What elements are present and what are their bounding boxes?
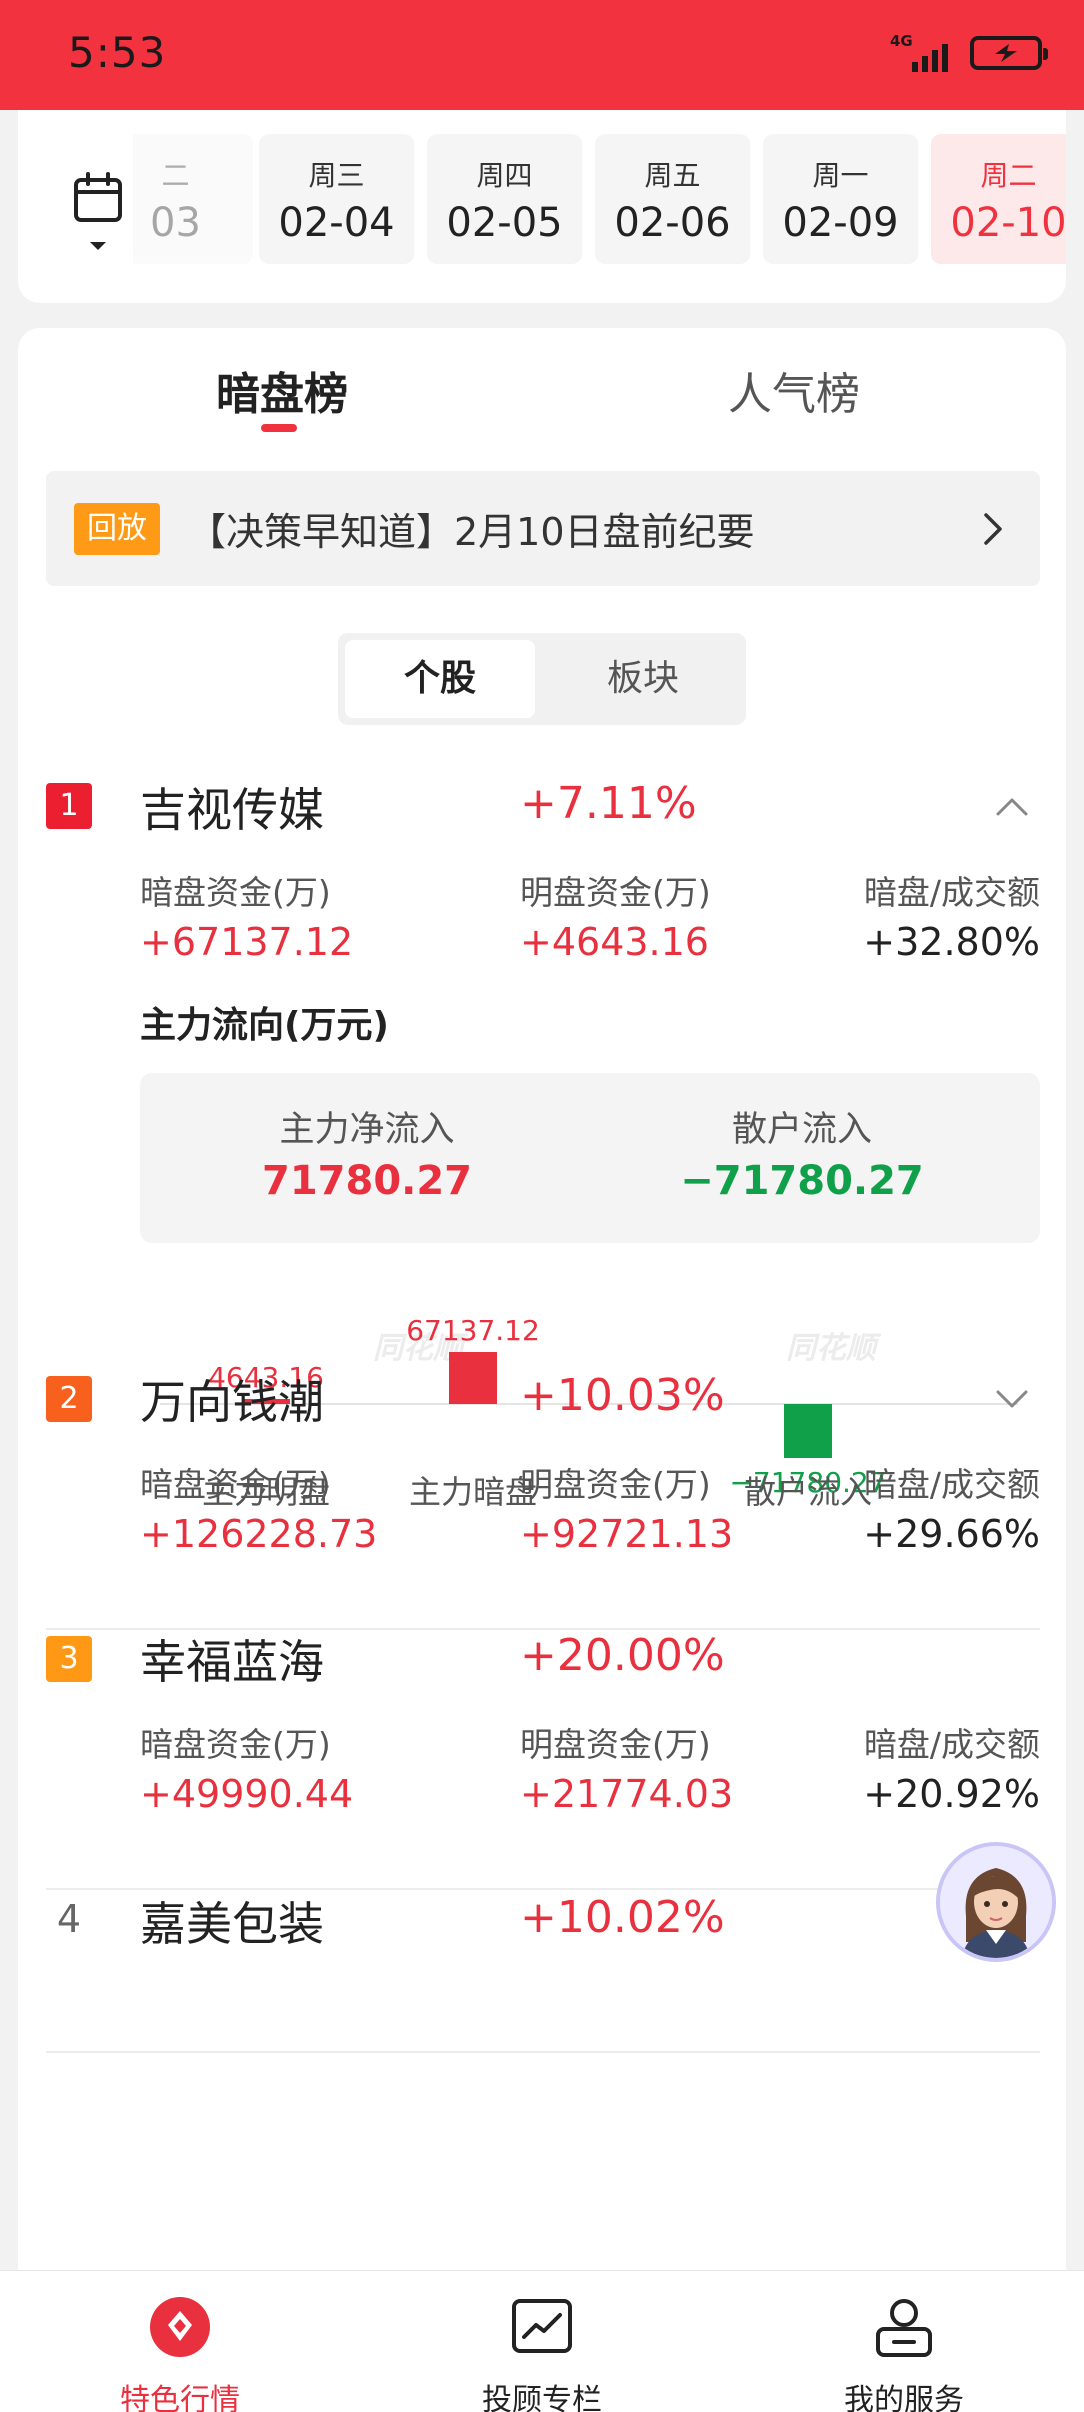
date-weekday: 周五 (644, 159, 701, 192)
watermark-right: 同花顺 (786, 1331, 882, 1366)
retail-inflow: 散户流入 −71780.27 (652, 1101, 952, 1204)
ratio-value: +20.92% (863, 1772, 1040, 1816)
rank-badge: 3 (46, 1636, 92, 1682)
main-net-label: 主力净流入 (279, 1110, 455, 1150)
segment-sectors[interactable]: 板块 (548, 640, 738, 718)
retail-value: −71780.27 (680, 1158, 924, 1204)
tab-indicator (261, 424, 297, 432)
nav-advisor[interactable]: 投顾专栏 (422, 2295, 662, 2412)
rank-badge: 4 (56, 1897, 82, 1941)
date-value: 02-04 (278, 200, 395, 246)
date-item[interactable]: 周一 02-09 (763, 134, 918, 264)
tab-popularity[interactable]: 人气榜 (728, 358, 860, 422)
replay-tag: 回放 (74, 503, 160, 555)
nav-market[interactable]: 特色行情 (60, 2295, 300, 2412)
date-selector: 二 03 周三 02-04 周四 02-05 周五 02-06 周一 02-09… (18, 110, 1066, 303)
replay-banner[interactable]: 回放 【决策早知道】2月10日盘前纪要 (46, 471, 1040, 586)
calendar-icon (74, 172, 122, 250)
date-item-selected[interactable]: 周二 02-10 (931, 134, 1066, 264)
date-value: 03 (150, 200, 201, 246)
stock-change: +20.00% (520, 1630, 725, 1681)
chart-trend-icon (512, 2299, 572, 2353)
dark-funds-label: 暗盘资金(万) (140, 873, 331, 912)
dark-funds-value: +67137.12 (140, 920, 354, 964)
assistant-avatar[interactable] (936, 1842, 1056, 1962)
status-icons: 4G (890, 32, 1048, 74)
nav-service[interactable]: 我的服务 (784, 2295, 1024, 2412)
main-net-inflow: 主力净流入 71780.27 (217, 1101, 517, 1204)
stock-name: 万向钱潮 (140, 1375, 324, 1429)
dark-funds-label: 暗盘资金(万) (140, 1465, 331, 1504)
bright-funds-value: +21774.03 (520, 1772, 734, 1816)
stock-name: 幸福蓝海 (140, 1635, 324, 1689)
ratio-label: 暗盘/成交额 (863, 1725, 1040, 1764)
dark-funds-value: +49990.44 (140, 1772, 354, 1816)
rank-badge: 2 (46, 1376, 92, 1422)
date-value: 02-09 (782, 200, 899, 246)
x-label-retail: 散户流入 (744, 1473, 872, 1511)
bar-0-1 (449, 1352, 497, 1404)
date-weekday: 周三 (308, 159, 365, 192)
date-value: 02-10 (950, 200, 1066, 246)
date-item[interactable]: 二 03 (133, 134, 253, 264)
date-item[interactable]: 周三 02-04 (259, 134, 414, 264)
stock-name: 吉视传媒 (140, 783, 324, 837)
battery-icon (970, 36, 1048, 70)
ratio-value: +29.66% (863, 1512, 1040, 1556)
date-weekday: 周一 (812, 159, 869, 192)
chevron-down-icon[interactable] (994, 1388, 1030, 1412)
bright-funds-label: 明盘资金(万) (520, 1725, 711, 1764)
tab-dark-pool[interactable]: 暗盘榜 (216, 358, 348, 422)
nav-label: 投顾专栏 (482, 2383, 602, 2412)
segment-stocks[interactable]: 个股 (345, 640, 535, 718)
date-value: 02-06 (614, 200, 731, 246)
market-icon (150, 2297, 210, 2357)
nav-label: 特色行情 (120, 2383, 240, 2412)
segment-control: 个股 板块 (338, 633, 746, 725)
x-label-dark: 主力暗盘 (409, 1473, 537, 1511)
stock-change: +10.03% (520, 1370, 725, 1421)
bright-funds-label: 明盘资金(万) (520, 1465, 711, 1504)
retail-label: 散户流入 (731, 1110, 872, 1150)
nav-label: 我的服务 (844, 2383, 964, 2412)
bright-funds-value: +92721.13 (520, 1512, 734, 1556)
bar-value-label: 67137.12 (406, 1314, 540, 1347)
network-type: 4G (890, 32, 913, 50)
bar-1-0 (784, 1404, 832, 1458)
ratio-label: 暗盘/成交额 (863, 873, 1040, 912)
flow-summary: 主力净流入 71780.27 散户流入 −71780.27 (140, 1073, 1040, 1243)
date-weekday: 周二 (980, 159, 1037, 192)
date-item[interactable]: 周四 02-05 (427, 134, 582, 264)
assistant-face-icon (940, 1846, 1052, 1958)
stock-change: +7.11% (520, 778, 697, 829)
ratio-label: 暗盘/成交额 (863, 1465, 1040, 1504)
date-weekday: 周四 (476, 159, 533, 192)
stock-change: +10.02% (520, 1892, 725, 1943)
main-net-value: 71780.27 (261, 1158, 473, 1204)
chevron-right-icon (984, 513, 1002, 545)
ratio-value: +32.80% (863, 920, 1040, 964)
calendar-button[interactable] (68, 170, 128, 258)
signal-icon: 4G (890, 32, 956, 74)
date-list: 二 03 周三 02-04 周四 02-05 周五 02-06 周一 02-09… (133, 134, 1066, 274)
bright-funds-label: 明盘资金(万) (520, 873, 711, 912)
status-bar: 5:53 4G (0, 0, 1084, 110)
service-icon (876, 2299, 932, 2357)
chevron-up-icon[interactable] (994, 794, 1030, 818)
banner-text: 【决策早知道】2月10日盘前纪要 (188, 510, 755, 554)
date-item[interactable]: 周五 02-06 (595, 134, 750, 264)
status-time: 5:53 (68, 28, 167, 77)
bright-funds-value: +4643.16 (520, 920, 709, 964)
ranking-card: 暗盘榜 人气榜 回放 【决策早知道】2月10日盘前纪要 个股 板块 1 吉视传媒… (18, 328, 1066, 2338)
stock-name: 嘉美包装 (140, 1897, 324, 1951)
dark-funds-value: +126228.73 (140, 1512, 378, 1556)
divider (46, 2051, 1040, 2053)
rank-badge: 1 (46, 783, 92, 829)
bottom-nav: 特色行情 投顾专栏 我的服务 (0, 2270, 1084, 2412)
flow-title: 主力流向(万元) (140, 1005, 389, 1046)
date-weekday: 二 (161, 159, 190, 192)
dark-funds-label: 暗盘资金(万) (140, 1725, 331, 1764)
date-value: 02-05 (446, 200, 563, 246)
